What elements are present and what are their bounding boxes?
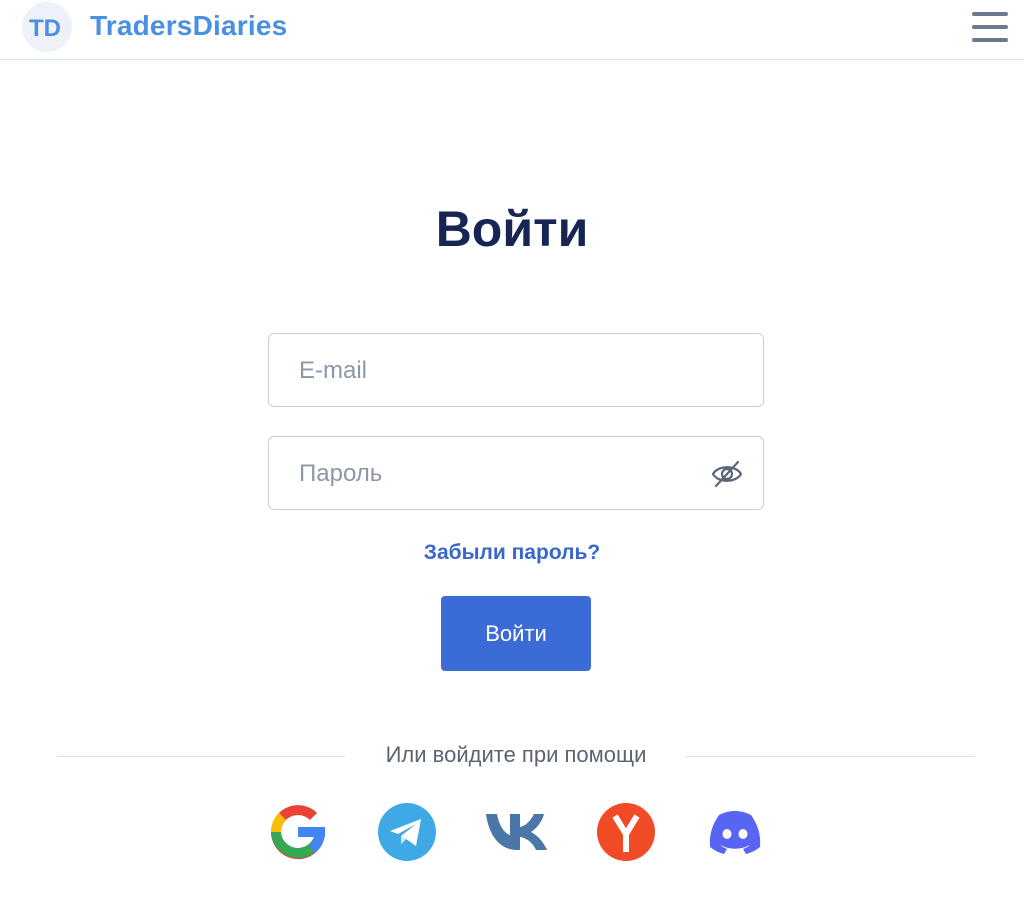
- password-field: [268, 436, 764, 511]
- discord-icon[interactable]: [703, 801, 765, 863]
- eye-slash-icon[interactable]: [711, 459, 743, 489]
- logo-icon[interactable]: TD: [22, 2, 72, 52]
- hamburger-menu-icon[interactable]: [972, 12, 1008, 42]
- yandex-icon[interactable]: [595, 801, 657, 863]
- page-title: Войти: [435, 201, 589, 257]
- logo-text[interactable]: TradersDiaries: [90, 10, 287, 42]
- password-input[interactable]: [297, 437, 701, 511]
- email-input[interactable]: [297, 334, 701, 408]
- email-field: [268, 333, 764, 408]
- svg-text:TD: TD: [29, 15, 61, 41]
- vk-icon[interactable]: [484, 801, 547, 863]
- forgot-password-link[interactable]: Забыли пароль?: [0, 541, 1024, 565]
- divider-line-right: [686, 756, 975, 757]
- social-divider-text: Или войдите при помощи: [385, 742, 647, 767]
- top-header: TD TradersDiaries: [0, 0, 1024, 60]
- google-icon[interactable]: [267, 801, 329, 863]
- telegram-icon[interactable]: [376, 801, 438, 863]
- login-button[interactable]: Войти: [441, 596, 591, 671]
